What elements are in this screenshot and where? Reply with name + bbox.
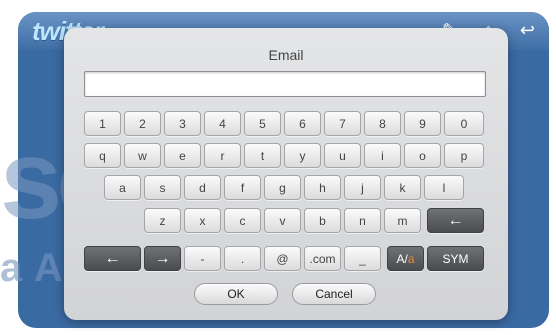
key-underscore[interactable]: _ — [344, 246, 381, 271]
right-arrow-icon: → — [154, 249, 171, 267]
key-3[interactable]: 3 — [164, 111, 201, 136]
email-field[interactable] — [84, 71, 486, 97]
key-p[interactable]: p — [444, 143, 484, 168]
key-4[interactable]: 4 — [204, 111, 241, 136]
key-b[interactable]: b — [304, 208, 341, 233]
key-a[interactable]: a — [104, 175, 141, 200]
backspace-arrow-icon: ← — [447, 211, 464, 229]
key-n[interactable]: n — [344, 208, 381, 233]
key-0[interactable]: 0 — [444, 111, 484, 136]
key-i[interactable]: i — [364, 143, 401, 168]
key-2[interactable]: 2 — [124, 111, 161, 136]
key-u[interactable]: u — [324, 143, 361, 168]
key-h[interactable]: h — [304, 175, 341, 200]
ok-button[interactable]: OK — [194, 283, 278, 305]
cancel-button[interactable]: Cancel — [292, 283, 376, 305]
key-7[interactable]: 7 — [324, 111, 361, 136]
dialog-title: Email — [268, 47, 304, 63]
key-c[interactable]: c — [224, 208, 261, 233]
cursor-left-key[interactable]: ← — [84, 246, 141, 271]
backspace-key[interactable]: ← — [427, 208, 484, 233]
key-s[interactable]: s — [144, 175, 181, 200]
key-w[interactable]: w — [124, 143, 161, 168]
key-k[interactable]: k — [384, 175, 421, 200]
key-l[interactable]: l — [424, 175, 464, 200]
case-toggle-key[interactable]: A/a — [387, 246, 424, 271]
sym-key[interactable]: SYM — [427, 246, 484, 271]
key-d[interactable]: d — [184, 175, 221, 200]
key-j[interactable]: j — [344, 175, 381, 200]
key-o[interactable]: o — [404, 143, 441, 168]
key-6[interactable]: 6 — [284, 111, 321, 136]
key-y[interactable]: y — [284, 143, 321, 168]
key-5[interactable]: 5 — [244, 111, 281, 136]
left-arrow-icon: ← — [104, 249, 121, 267]
key-z[interactable]: z — [144, 208, 181, 233]
key-dash[interactable]: - — [184, 246, 221, 271]
email-input-dialog: Email 1 2 3 4 5 6 7 8 9 0 q w e r t y u … — [64, 28, 508, 320]
key-g[interactable]: g — [264, 175, 301, 200]
key-r[interactable]: r — [204, 143, 241, 168]
case-lower-label: a — [407, 251, 415, 266]
key-dot[interactable]: . — [224, 246, 261, 271]
key-q[interactable]: q — [84, 143, 121, 168]
key-t[interactable]: t — [244, 143, 281, 168]
key-1[interactable]: 1 — [84, 111, 121, 136]
key-f[interactable]: f — [224, 175, 261, 200]
back-icon[interactable]: ↩ — [520, 20, 535, 41]
key-8[interactable]: 8 — [364, 111, 401, 136]
case-upper-label: A/ — [396, 251, 408, 266]
key-dotcom[interactable]: .com — [304, 246, 341, 271]
key-x[interactable]: x — [184, 208, 221, 233]
key-at[interactable]: @ — [264, 246, 301, 271]
key-v[interactable]: v — [264, 208, 301, 233]
key-e[interactable]: e — [164, 143, 201, 168]
key-m[interactable]: m — [384, 208, 421, 233]
key-9[interactable]: 9 — [404, 111, 441, 136]
cursor-right-key[interactable]: → — [144, 246, 181, 271]
